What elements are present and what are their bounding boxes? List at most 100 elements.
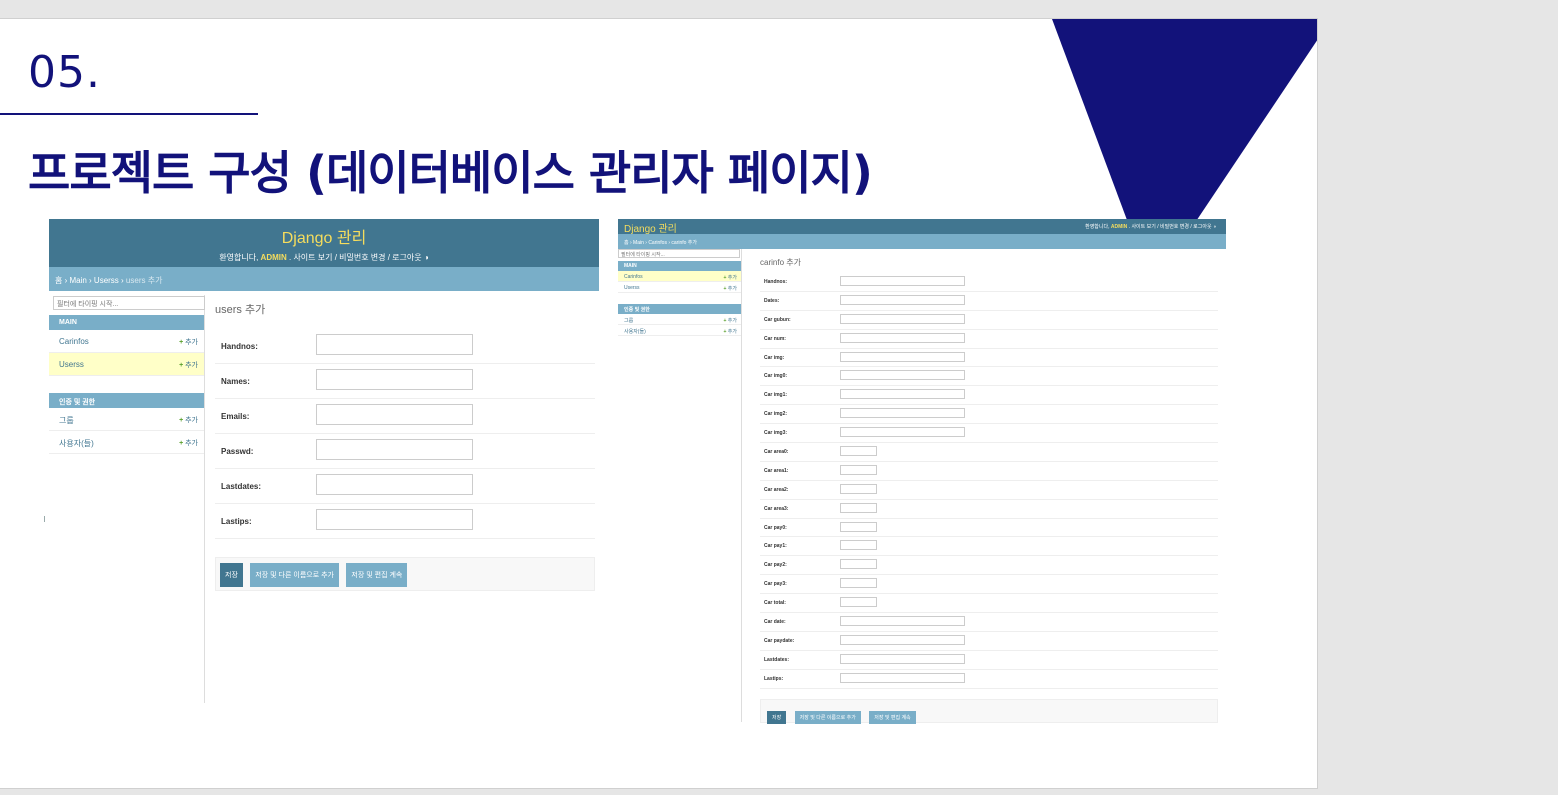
form-row: Handnos: <box>760 273 1218 292</box>
save-and-continue-button[interactable]: 저장 및 편집 계속 <box>869 710 916 724</box>
form-row: Car date: <box>760 613 1218 632</box>
text-input[interactable] <box>840 464 877 475</box>
text-input[interactable] <box>840 294 965 305</box>
sidebar-item-label[interactable]: Userss <box>624 285 640 291</box>
sidebar-item-label[interactable]: Userss <box>59 360 84 369</box>
sidebar-item-carinfos[interactable]: Carinfos + 추가 <box>618 271 741 282</box>
add-link[interactable]: + 추가 <box>723 328 737 335</box>
theme-toggle-icon[interactable]: ◑ <box>424 253 429 262</box>
text-input[interactable] <box>316 474 473 495</box>
sidebar-item-label[interactable]: 사용자(들) <box>624 329 646 335</box>
text-input[interactable] <box>840 389 965 400</box>
content-main: users 추가 Handnos: Names: Emails: Passwd: Las… <box>215 301 595 591</box>
breadcrumb-links[interactable]: 홈 › Main › Carinfos › <box>624 240 671 246</box>
section-header-main[interactable]: MAIN <box>618 261 741 271</box>
add-link[interactable]: + 추가 <box>179 415 198 425</box>
sidebar-item-label[interactable]: 그룹 <box>624 318 633 324</box>
add-link[interactable]: + 추가 <box>723 285 737 292</box>
add-link[interactable]: + 추가 <box>179 360 198 370</box>
admin-brand[interactable]: Django 관리 <box>624 220 677 235</box>
text-input[interactable] <box>316 404 473 425</box>
field-label: Car img2: <box>764 411 788 418</box>
save-button[interactable]: 저장 <box>767 710 787 724</box>
field-label: Car gubun: <box>764 316 791 323</box>
user-tool-links[interactable]: . 사이트 보기 / 비밀번호 변경 / 로그아웃 <box>1129 224 1212 230</box>
save-and-continue-button[interactable]: 저장 및 편집 계속 <box>346 563 408 587</box>
form-row: Lastdates: <box>760 651 1218 670</box>
section-header-auth[interactable]: 인증 및 권한 <box>618 304 741 314</box>
nav-filter-input[interactable]: 필터에 타이핑 시작... <box>618 249 740 258</box>
sidebar-item-groups[interactable]: 그룹 + 추가 <box>49 408 204 431</box>
field-label: Dates: <box>764 297 780 304</box>
sidebar-item-label[interactable]: Carinfos <box>59 337 89 346</box>
text-input[interactable] <box>840 313 965 324</box>
form-row: Lastips: <box>760 670 1218 689</box>
divider-mark <box>44 516 45 522</box>
field-label: Emails: <box>221 412 250 421</box>
text-input[interactable] <box>316 369 473 390</box>
nav-filter-input[interactable]: 필터에 타이핑 시작... <box>53 296 205 310</box>
text-input[interactable] <box>840 653 965 664</box>
section-header-auth[interactable]: 인증 및 권한 <box>49 393 204 408</box>
sidebar-item-label[interactable]: 사용자(들) <box>59 439 94 448</box>
sidebar-item-groups[interactable]: 그룹 + 추가 <box>618 314 741 325</box>
add-link[interactable]: + 추가 <box>723 317 737 324</box>
text-input[interactable] <box>840 616 965 627</box>
slide: 05. 프로젝트 구성 (데이터베이스 관리자 페이지) Django 관리 환… <box>0 18 1318 789</box>
theme-toggle-icon[interactable]: ◑ <box>1213 224 1216 230</box>
text-input[interactable] <box>316 334 473 355</box>
sidebar-item-label[interactable]: 그룹 <box>59 416 74 425</box>
field-label: Lastips: <box>221 517 252 526</box>
breadcrumb: 홈 › Main › Userss › users 추가 <box>49 267 599 291</box>
field-label: Car num: <box>764 335 786 342</box>
text-input[interactable] <box>840 672 965 683</box>
text-input[interactable] <box>840 427 965 438</box>
sidebar-item-users[interactable]: 사용자(들) + 추가 <box>49 431 204 454</box>
section-header-main[interactable]: MAIN <box>49 315 204 330</box>
welcome-text: 환영합니다, <box>1085 224 1110 230</box>
sidebar-item-label[interactable]: Carinfos <box>624 274 643 280</box>
text-input[interactable] <box>840 446 877 457</box>
text-input[interactable] <box>840 540 877 551</box>
text-input[interactable] <box>840 351 965 362</box>
breadcrumb-current: carinfo 추가 <box>671 240 697 246</box>
sidebar-item-userss[interactable]: Userss + 추가 <box>49 353 204 376</box>
field-label: Lastips: <box>764 675 784 682</box>
text-input[interactable] <box>840 276 965 286</box>
welcome-text: 환영합니다, <box>219 253 259 262</box>
add-label: 추가 <box>727 286 737 292</box>
sidebar-item-userss[interactable]: Userss + 추가 <box>618 282 741 293</box>
text-input[interactable] <box>840 332 965 343</box>
text-input[interactable] <box>316 439 473 460</box>
save-and-add-another-button[interactable]: 저장 및 다른 이름으로 추가 <box>250 563 339 587</box>
add-link[interactable]: + 추가 <box>179 438 198 448</box>
field-label: Names: <box>221 377 250 386</box>
text-input[interactable] <box>840 521 877 532</box>
text-input[interactable] <box>840 634 965 645</box>
text-input[interactable] <box>840 597 877 608</box>
nav-sidebar: 필터에 타이핑 시작... MAIN Carinfos + 추가 Userss … <box>49 295 205 703</box>
field-label: Car area3: <box>764 505 789 512</box>
breadcrumb-links[interactable]: 홈 › Main › Userss › <box>55 276 126 285</box>
text-input[interactable] <box>840 483 877 494</box>
user-tool-links[interactable]: . 사이트 보기 / 비밀번호 변경 / 로그아웃 <box>289 253 422 262</box>
text-input[interactable] <box>840 370 965 381</box>
form-row: Names: <box>215 364 595 399</box>
form-row: Car pay0: <box>760 519 1218 538</box>
text-input[interactable] <box>840 559 877 570</box>
add-label: 추가 <box>727 329 737 335</box>
form-row: Car area1: <box>760 462 1218 481</box>
admin-screenshot-users: Django 관리 환영합니다, ADMIN . 사이트 보기 / 비밀번호 변… <box>49 219 599 703</box>
text-input[interactable] <box>840 502 877 513</box>
text-input[interactable] <box>840 408 965 419</box>
field-label: Handnos: <box>221 342 258 351</box>
save-and-add-another-button[interactable]: 저장 및 다른 이름으로 추가 <box>794 710 861 724</box>
save-button[interactable]: 저장 <box>220 563 243 587</box>
add-link[interactable]: + 추가 <box>179 337 198 347</box>
text-input[interactable] <box>316 509 473 530</box>
text-input[interactable] <box>840 578 877 589</box>
sidebar-item-users[interactable]: 사용자(들) + 추가 <box>618 325 741 336</box>
sidebar-item-carinfos[interactable]: Carinfos + 추가 <box>49 330 204 353</box>
add-link[interactable]: + 추가 <box>723 274 737 281</box>
admin-brand[interactable]: Django 관리 <box>49 219 599 248</box>
